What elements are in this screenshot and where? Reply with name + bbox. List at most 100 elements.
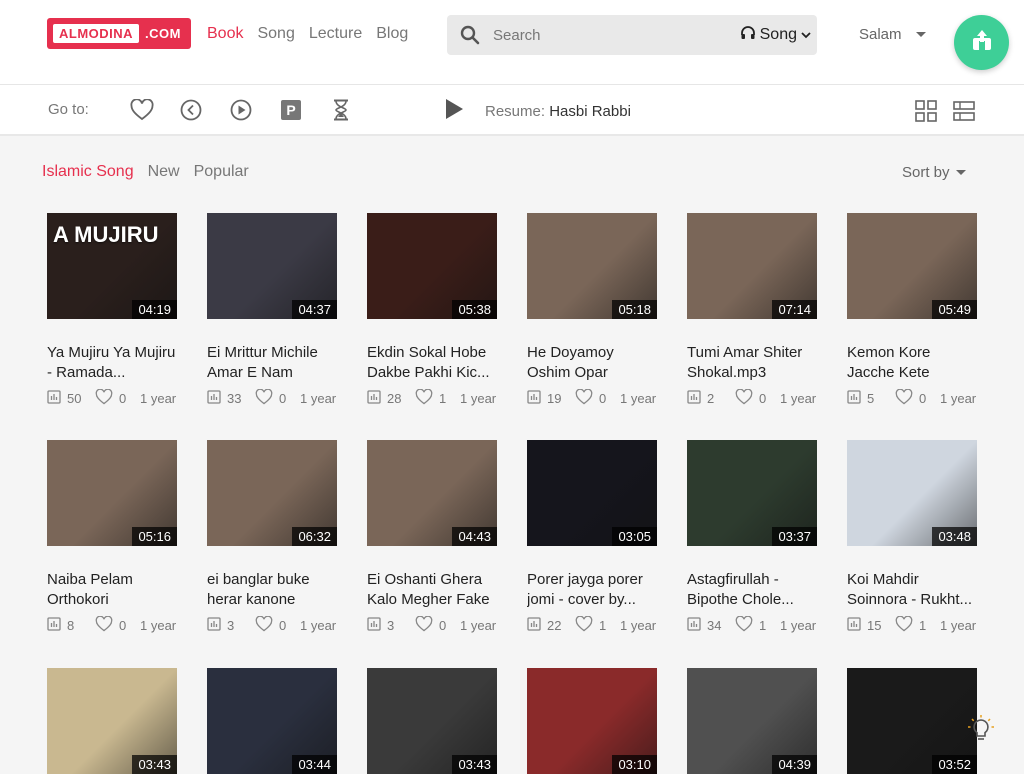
like-count[interactable]: 0 — [415, 615, 460, 635]
song-card[interactable]: 05:16 Naiba Pelam Orthokori 8 0 1 year — [47, 440, 177, 635]
song-title[interactable]: Ekdin Sokal Hobe Dakbe Pakhi Kic... — [367, 343, 497, 383]
heart-icon[interactable] — [895, 615, 913, 635]
song-thumbnail[interactable]: 03:37 — [687, 440, 817, 546]
play-icon[interactable] — [443, 97, 465, 125]
nav-book[interactable]: Book — [207, 25, 243, 43]
nav-blog[interactable]: Blog — [376, 25, 408, 43]
song-card[interactable]: 05:49 Kemon Kore Jacche Kete 5 0 1 year — [847, 213, 977, 408]
like-count[interactable]: 1 — [895, 615, 940, 635]
song-thumbnail[interactable]: A MUJIRU 04:19 — [47, 213, 177, 319]
song-thumbnail[interactable]: 04:43 — [367, 440, 497, 546]
song-thumbnail[interactable]: 03:10 — [527, 668, 657, 774]
search-input[interactable] — [493, 26, 740, 44]
filter-popular[interactable]: Popular — [194, 163, 249, 181]
song-title[interactable]: Ei Mrittur Michile Amar E Nam — [207, 343, 337, 383]
play-circle-icon[interactable] — [229, 98, 253, 122]
like-count[interactable]: 0 — [95, 615, 140, 635]
heart-icon[interactable] — [575, 615, 593, 635]
heart-icon[interactable] — [735, 388, 753, 408]
song-card[interactable]: 04:43 Ei Oshanti Ghera Kalo Megher Fake 3 0… — [367, 440, 497, 635]
song-card[interactable]: 03:05 Porer jayga porer jomi - cover by..… — [527, 440, 657, 635]
search-bar: Song — [447, 15, 817, 55]
heart-icon[interactable] — [95, 615, 113, 635]
song-title[interactable]: Koi Mahdir Soinnora - Rukht... — [847, 570, 977, 610]
like-count[interactable]: 0 — [735, 388, 780, 408]
hourglass-icon[interactable] — [329, 98, 353, 122]
heart-icon[interactable] — [255, 388, 273, 408]
lightbulb-icon[interactable] — [966, 714, 996, 744]
song-thumbnail[interactable]: 05:49 — [847, 213, 977, 319]
song-title[interactable]: Astagfirullah - Bipothe Chole... — [687, 570, 817, 610]
song-card[interactable]: 03:48 Koi Mahdir Soinnora - Rukht... 15 1 1 … — [847, 440, 977, 635]
resume-player[interactable]: Resume: Hasbi Rabbi — [443, 97, 631, 125]
heart-icon[interactable] — [415, 615, 433, 635]
song-thumbnail[interactable]: 05:38 — [367, 213, 497, 319]
like-count[interactable]: 0 — [255, 388, 300, 408]
like-count[interactable]: 0 — [895, 388, 940, 408]
song-card[interactable]: 05:38 Ekdin Sokal Hobe Dakbe Pakhi Kic...… — [367, 213, 497, 408]
like-count[interactable]: 1 — [735, 615, 780, 635]
song-thumbnail[interactable]: 05:18 — [527, 213, 657, 319]
history-back-icon[interactable] — [179, 98, 203, 122]
user-menu[interactable]: Salam — [859, 26, 926, 43]
like-count[interactable]: 0 — [95, 388, 140, 408]
song-thumbnail[interactable]: 03:52 — [847, 668, 977, 774]
song-card[interactable]: 03:10 — [527, 668, 657, 774]
song-title[interactable]: ei banglar buke herar kanone — [207, 570, 337, 610]
upload-fab-button[interactable] — [954, 15, 1009, 70]
song-card[interactable]: 06:32 ei banglar buke herar kanone 3 0 1 yea… — [207, 440, 337, 635]
song-title[interactable]: Naiba Pelam Orthokori — [47, 570, 177, 610]
heart-icon[interactable] — [895, 388, 913, 408]
song-thumbnail[interactable]: 05:16 — [47, 440, 177, 546]
song-card[interactable]: 04:37 Ei Mrittur Michile Amar E Nam 33 0 1 y… — [207, 213, 337, 408]
like-count[interactable]: 0 — [575, 388, 620, 408]
upload-icon — [969, 27, 995, 58]
search-type-select[interactable]: Song — [740, 25, 817, 46]
song-thumbnail[interactable]: 03:44 — [207, 668, 337, 774]
heart-icon[interactable] — [735, 615, 753, 635]
song-card[interactable]: 03:52 — [847, 668, 977, 774]
song-title[interactable]: Kemon Kore Jacche Kete — [847, 343, 977, 383]
song-thumbnail[interactable]: 04:37 — [207, 213, 337, 319]
heart-icon[interactable] — [415, 388, 433, 408]
sort-by-label: Sort by — [902, 164, 950, 181]
sort-by-dropdown[interactable]: Sort by — [902, 164, 966, 181]
heart-icon[interactable] — [130, 98, 154, 122]
song-card[interactable]: A MUJIRU 04:19 Ya Mujiru Ya Mujiru - Ramad… — [47, 213, 177, 408]
song-thumbnail[interactable]: 03:43 — [367, 668, 497, 774]
song-thumbnail[interactable]: 04:39 — [687, 668, 817, 774]
filter-new[interactable]: New — [148, 163, 180, 181]
search-icon[interactable] — [447, 25, 493, 45]
filter-islamic-song[interactable]: Islamic Song — [42, 163, 134, 181]
song-thumbnail[interactable]: 03:43 — [47, 668, 177, 774]
list-view-icon[interactable] — [953, 100, 975, 122]
nav-lecture[interactable]: Lecture — [309, 25, 362, 43]
song-card[interactable]: 03:43 — [47, 668, 177, 774]
grid-view-icon[interactable] — [915, 100, 937, 122]
song-thumbnail[interactable]: 03:48 — [847, 440, 977, 546]
song-title[interactable]: He Doyamoy Oshim Opar — [527, 343, 657, 383]
song-card[interactable]: 03:43 — [367, 668, 497, 774]
song-card[interactable]: 03:37 Astagfirullah - Bipothe Chole... 34 1… — [687, 440, 817, 635]
parking-p-icon[interactable]: P — [279, 98, 303, 122]
heart-icon[interactable] — [575, 388, 593, 408]
song-title[interactable]: Ei Oshanti Ghera Kalo Megher Fake — [367, 570, 497, 610]
song-card[interactable]: 04:39 — [687, 668, 817, 774]
heart-icon[interactable] — [95, 388, 113, 408]
play-count: 3 — [207, 617, 255, 634]
song-title[interactable]: Porer jayga porer jomi - cover by... — [527, 570, 657, 610]
like-count[interactable]: 1 — [415, 388, 460, 408]
song-thumbnail[interactable]: 07:14 — [687, 213, 817, 319]
song-card[interactable]: 05:18 He Doyamoy Oshim Opar 19 0 1 year — [527, 213, 657, 408]
like-count[interactable]: 1 — [575, 615, 620, 635]
song-thumbnail[interactable]: 06:32 — [207, 440, 337, 546]
site-logo[interactable]: ALMODINA .COM — [47, 18, 191, 49]
song-thumbnail[interactable]: 03:05 — [527, 440, 657, 546]
song-card[interactable]: 03:44 — [207, 668, 337, 774]
song-title[interactable]: Tumi Amar Shiter Shokal.mp3 — [687, 343, 817, 383]
song-title[interactable]: Ya Mujiru Ya Mujiru - Ramada... — [47, 343, 177, 383]
like-count[interactable]: 0 — [255, 615, 300, 635]
song-card[interactable]: 07:14 Tumi Amar Shiter Shokal.mp3 2 0 1 year — [687, 213, 817, 408]
heart-icon[interactable] — [255, 615, 273, 635]
nav-song[interactable]: Song — [257, 25, 294, 43]
